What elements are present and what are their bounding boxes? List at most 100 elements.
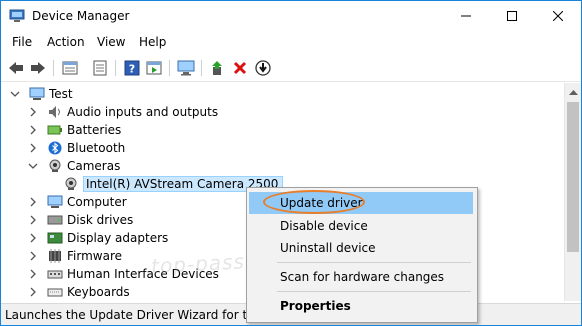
menu-item-properties[interactable]: Properties — [249, 295, 473, 317]
speaker-icon — [47, 105, 63, 119]
svg-text:?: ? — [129, 63, 135, 76]
uninstall-button[interactable] — [231, 59, 249, 77]
chevron-right-icon[interactable] — [27, 232, 39, 244]
menu-item-scan-hardware[interactable]: Scan for hardware changes — [249, 266, 473, 288]
tree-item-label: Batteries — [67, 123, 122, 137]
tree-item-computer[interactable]: Computer — [27, 193, 127, 211]
tree-root[interactable]: Test — [9, 85, 73, 103]
menu-item-label: Properties — [280, 299, 351, 313]
menu-separator — [277, 262, 471, 263]
maximize-button[interactable] — [489, 1, 535, 31]
scroll-up-button[interactable] — [565, 83, 581, 100]
tree-item-firmware[interactable]: Firmware — [27, 247, 122, 265]
toolbar-separator — [115, 60, 116, 76]
chevron-right-icon[interactable] — [27, 250, 39, 262]
tree-item-label: Computer — [67, 195, 127, 209]
tree-item-cameras[interactable]: Cameras — [27, 157, 120, 175]
device-manager-icon — [9, 9, 25, 22]
tree-item-label: Bluetooth — [67, 141, 126, 155]
annotation-highlight-ellipse — [263, 190, 365, 214]
toolbar-separator — [53, 60, 54, 76]
update-driver-button[interactable] — [209, 59, 227, 77]
menu-separator — [277, 291, 471, 292]
computer-root-icon — [29, 87, 45, 101]
chevron-right-icon[interactable] — [27, 268, 39, 280]
firmware-icon — [47, 249, 63, 263]
close-icon — [553, 11, 563, 21]
menu-item-label: Uninstall device — [280, 241, 376, 255]
disable-button[interactable] — [254, 59, 272, 77]
menu-bar: File Action View Help — [1, 32, 581, 52]
chevron-right-icon[interactable] — [27, 214, 39, 226]
forward-icon — [31, 62, 45, 74]
computer-icon — [47, 195, 63, 209]
disable-icon — [255, 60, 271, 76]
title-bar[interactable]: Device Manager — [1, 1, 581, 31]
view-icon — [93, 60, 107, 76]
close-button[interactable] — [535, 1, 581, 31]
tree-item-batteries[interactable]: Batteries — [27, 121, 121, 139]
menu-item-label: Disable device — [280, 219, 368, 233]
tree-item-disk-drives[interactable]: Disk drives — [27, 211, 133, 229]
scan-button[interactable] — [177, 59, 195, 77]
maximize-icon — [507, 11, 517, 21]
toolbar-separator — [201, 60, 202, 76]
menu-item-disable-device[interactable]: Disable device — [249, 215, 473, 237]
tree-item-audio[interactable]: Audio inputs and outputs — [27, 103, 218, 121]
chevron-down-icon[interactable] — [27, 160, 39, 172]
tree-item-label: Audio inputs and outputs — [67, 105, 219, 119]
tree-item-keyboards[interactable]: Keyboards — [27, 283, 130, 301]
view-button[interactable] — [91, 59, 109, 77]
menu-file[interactable]: File — [12, 35, 32, 49]
back-button[interactable] — [7, 59, 25, 77]
chevron-right-icon[interactable] — [27, 124, 39, 136]
tree-item-label: Keyboards — [67, 285, 130, 299]
minimize-button[interactable] — [443, 1, 489, 31]
keyboard-icon — [47, 285, 63, 299]
tree-item-label: Disk drives — [67, 213, 134, 227]
toolbar: ? — [1, 55, 581, 82]
menu-view[interactable]: View — [97, 35, 125, 49]
tree-item-display-adapters[interactable]: Display adapters — [27, 229, 168, 247]
chevron-right-icon[interactable] — [27, 142, 39, 154]
properties-button[interactable] — [61, 59, 79, 77]
back-icon — [9, 62, 23, 74]
monitor-icon — [177, 60, 195, 76]
scrollbar-thumb[interactable] — [567, 102, 579, 252]
run-icon — [146, 61, 162, 75]
toolbar-separator — [169, 60, 170, 76]
tree-root-label: Test — [49, 87, 73, 101]
hid-icon — [47, 267, 63, 281]
webcam-icon — [63, 177, 79, 191]
chevron-right-icon[interactable] — [27, 196, 39, 208]
minimize-icon — [461, 15, 471, 17]
status-text: Launches the Update Driver Wizard for th… — [5, 308, 283, 322]
run-button[interactable] — [145, 59, 163, 77]
forward-button[interactable] — [29, 59, 47, 77]
menu-action[interactable]: Action — [47, 35, 85, 49]
tree-item-label: Cameras — [67, 159, 121, 173]
chevron-right-icon[interactable] — [27, 106, 39, 118]
help-button[interactable]: ? — [123, 59, 141, 77]
chevron-up-icon — [569, 89, 578, 95]
vertical-scrollbar[interactable] — [564, 83, 581, 301]
tree-item-label: Display adapters — [67, 231, 169, 245]
battery-icon — [47, 123, 63, 137]
chevron-down-icon[interactable] — [9, 88, 21, 100]
device-manager-window: Device Manager File Action View Help ? T… — [0, 0, 582, 326]
update-driver-icon — [212, 61, 222, 75]
help-icon: ? — [124, 60, 140, 76]
camera-icon — [47, 159, 63, 173]
menu-help[interactable]: Help — [139, 35, 166, 49]
properties-icon — [62, 61, 78, 75]
tree-item-label: Firmware — [67, 249, 122, 263]
window-title: Device Manager — [32, 9, 130, 23]
display-icon — [47, 231, 63, 245]
disk-icon — [47, 213, 63, 227]
chevron-right-icon[interactable] — [27, 286, 39, 298]
tree-item-bluetooth[interactable]: Bluetooth — [27, 139, 125, 157]
menu-item-label: Scan for hardware changes — [280, 270, 445, 284]
uninstall-icon — [233, 61, 247, 75]
bluetooth-icon — [47, 141, 63, 155]
menu-item-uninstall-device[interactable]: Uninstall device — [249, 237, 473, 259]
